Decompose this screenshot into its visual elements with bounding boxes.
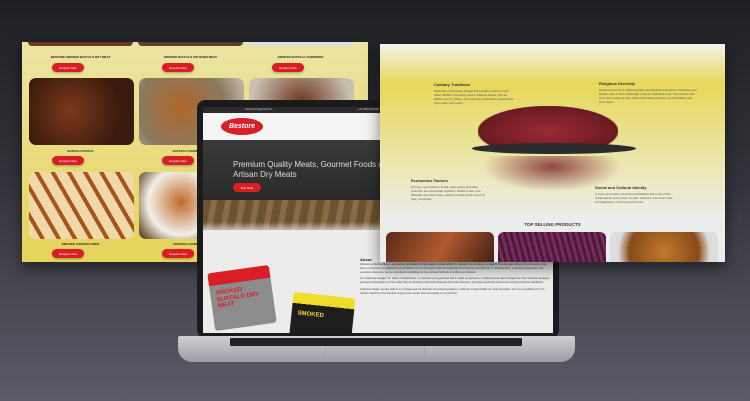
card-title: Religious Diversity	[599, 81, 636, 86]
product-caption: SMOKED CHICKEN FIBER	[61, 242, 100, 246]
product-caption: BUFFALO PICKLE	[67, 149, 94, 153]
section-title: TOP SELLING PRODUCTS	[524, 222, 581, 227]
raw-meat-image	[478, 106, 618, 148]
card-title: Culinary Traditions	[434, 82, 471, 87]
card-text: Kerala has a rich culinary heritage that…	[434, 90, 514, 106]
about-paragraph: Our marketing manager, Mr. Vishnu Chandr…	[360, 277, 550, 284]
keyboard	[230, 338, 522, 346]
bestore-logo[interactable]: Bestore	[221, 118, 263, 135]
card-text: Kerala is known for its religious plural…	[599, 89, 697, 105]
product-caption: SMOKED BUFFALO CRUSHED MEAT	[164, 55, 217, 59]
about-paragraph: Welcome to Bestore Meats, your premier d…	[360, 263, 547, 274]
food-image	[138, 42, 243, 46]
food-image	[28, 42, 133, 46]
enquire-now-button[interactable]: Enquire Now	[162, 63, 194, 72]
smoked-buffalo-bag: SMOKED BUFFALO DRY MEAT	[207, 264, 277, 332]
about-section: About Welcome to Bestore Meats, your pre…	[360, 257, 550, 295]
enquire-now-button[interactable]: Enquire Now	[52, 63, 84, 72]
enquire-now-button[interactable]: Enquire Now	[272, 63, 304, 72]
buy-now-button[interactable]: Buy Now	[233, 183, 261, 192]
card-title: Economics Factors	[411, 178, 448, 183]
product-image	[386, 232, 494, 262]
slate-board	[472, 143, 636, 154]
smoked-product-bag: SMOKED	[288, 291, 356, 333]
right-screen-about-buffalo: Culinary Traditions Kerala has a rich cu…	[380, 44, 725, 262]
product-image	[610, 232, 718, 262]
enquire-now-button[interactable]: Enquire Now	[52, 249, 84, 258]
smoked-chicken-image	[29, 172, 134, 239]
phone-link[interactable]: +91 0000 000 000	[358, 108, 379, 111]
card-title: Social and Cultural Identity	[595, 185, 647, 190]
enquire-now-button[interactable]: Enquire Now	[162, 249, 194, 258]
card-text: In some communities, consuming beef/buff…	[595, 193, 673, 205]
enquire-now-button[interactable]: Enquire Now	[162, 156, 194, 165]
enquire-now-button[interactable]: Enquire Now	[52, 156, 84, 165]
product-caption: SMOKED BUFFALO SHREDDED	[277, 55, 324, 59]
food-image	[248, 42, 353, 46]
email-link[interactable]: bestoreinfo@gmail.com	[245, 108, 272, 111]
trackpad	[325, 347, 425, 359]
buffalo-pickle-image	[29, 78, 134, 145]
product-caption: BESTORE SMOKED BUFFALO DRY MEAT	[50, 55, 111, 59]
about-paragraph: At Bestore Meats, we take pride in our h…	[360, 287, 545, 295]
card-text: For many communities in Kerala, cattle r…	[411, 186, 486, 202]
product-image	[498, 232, 606, 262]
